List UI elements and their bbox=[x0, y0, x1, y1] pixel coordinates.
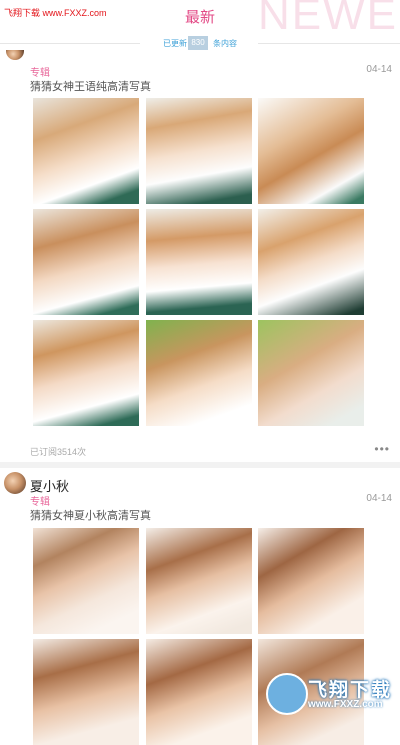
subscribe-count: 已订阅3514次 bbox=[30, 447, 87, 457]
page-title: 最新 bbox=[184, 9, 215, 26]
watermark-logo-text: 飞翔下载 bbox=[308, 680, 393, 701]
post-tag: 专辑 bbox=[30, 68, 50, 79]
avatar[interactable] bbox=[6, 50, 24, 60]
app-header: NEWEST 飞翔下载 www.FXXZ.com 最新 bbox=[0, 0, 400, 30]
photo-thumbnail[interactable] bbox=[33, 209, 139, 315]
post-title[interactable]: 猜猜女神夏小秋高清写真 bbox=[30, 507, 151, 523]
post-tag: 专辑 bbox=[30, 497, 50, 508]
photo-thumbnail[interactable] bbox=[33, 528, 139, 634]
update-right-text: 条内容 bbox=[213, 39, 237, 48]
photo-thumbnail[interactable] bbox=[258, 209, 364, 315]
photo-thumbnail[interactable] bbox=[258, 98, 364, 204]
photo-thumbnail[interactable] bbox=[33, 639, 139, 745]
more-options-icon[interactable]: ••• bbox=[374, 442, 390, 456]
update-count-badge: 830 bbox=[188, 36, 208, 50]
update-left-text: 已更新 bbox=[163, 39, 187, 48]
photo-thumbnail[interactable] bbox=[146, 528, 252, 634]
divider bbox=[258, 43, 400, 44]
photo-thumbnail[interactable] bbox=[258, 320, 364, 426]
watermark-logo-icon bbox=[266, 673, 308, 715]
post-title[interactable]: 猜猜女神王语纯高清写真 bbox=[30, 78, 151, 94]
site-watermark-logo: 飞翔下载 www.FXXZ.com bbox=[266, 671, 396, 715]
update-count-bar: 已更新 830 条内容 bbox=[0, 32, 400, 54]
post-date: 04-14 bbox=[366, 493, 392, 504]
photo-thumbnail[interactable] bbox=[33, 98, 139, 204]
photo-thumbnail[interactable] bbox=[146, 639, 252, 745]
divider bbox=[0, 43, 140, 44]
post-card[interactable]: 专辑 04-14 猜猜女神王语纯高清写真 已订阅3514次 ••• bbox=[0, 50, 400, 460]
photo-thumbnail[interactable] bbox=[146, 320, 252, 426]
photo-thumbnail[interactable] bbox=[33, 320, 139, 426]
post-date: 04-14 bbox=[366, 64, 392, 75]
photo-thumbnail[interactable] bbox=[146, 98, 252, 204]
photo-thumbnail[interactable] bbox=[258, 528, 364, 634]
photo-thumbnail[interactable] bbox=[146, 209, 252, 315]
avatar[interactable] bbox=[4, 472, 26, 494]
watermark-logo-url: www.FXXZ.com bbox=[308, 699, 383, 710]
